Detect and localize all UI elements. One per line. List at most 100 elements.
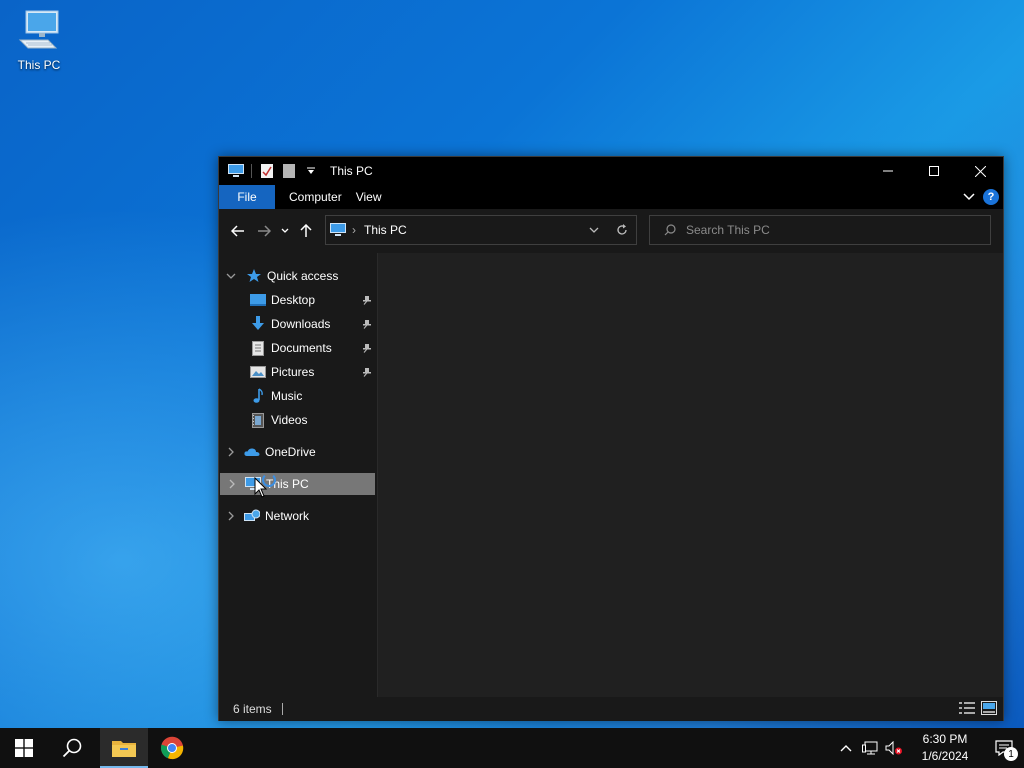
nav-onedrive[interactable]: OneDrive <box>219 441 377 463</box>
status-bar: 6 items <box>219 697 1003 721</box>
close-button[interactable] <box>957 157 1003 185</box>
chevron-down-icon <box>589 227 599 233</box>
details-view-icon <box>959 702 975 714</box>
desktop-icon-label: This PC <box>17 58 61 72</box>
nav-network[interactable]: Network <box>219 505 377 527</box>
taskbar-chrome[interactable] <box>148 728 196 768</box>
large-icons-view-button[interactable] <box>981 701 997 718</box>
item-count: 6 items <box>233 702 272 716</box>
music-folder-icon <box>249 388 267 404</box>
address-history-button[interactable] <box>580 216 608 244</box>
file-list-area[interactable] <box>378 253 1003 697</box>
maximize-icon <box>929 166 939 176</box>
recent-locations-button[interactable] <box>277 218 293 244</box>
nav-label: Desktop <box>271 293 316 307</box>
minimize-icon <box>883 170 893 172</box>
this-pc-small-icon <box>244 476 262 492</box>
nav-item-downloads[interactable]: Downloads <box>219 313 377 335</box>
help-button[interactable]: ? <box>983 189 999 205</box>
videos-folder-icon <box>249 412 267 428</box>
forward-button[interactable] <box>251 218 277 244</box>
start-button[interactable] <box>0 728 48 768</box>
nav-item-documents[interactable]: Documents <box>219 337 377 359</box>
status-separator <box>281 703 283 715</box>
navigation-pane: Quick access Desktop Downloads Documents… <box>219 253 377 697</box>
search-icon <box>664 224 676 236</box>
nav-item-videos[interactable]: Videos <box>219 409 377 431</box>
taskbar-clock[interactable]: 6:30 PM 1/6/2024 <box>910 731 980 765</box>
pictures-folder-icon <box>249 364 267 380</box>
notification-count-badge: 1 <box>1004 747 1018 761</box>
title-bar: This PC <box>219 157 1003 185</box>
details-view-button[interactable] <box>959 701 975 718</box>
customize-toolbar-icon[interactable] <box>302 163 320 179</box>
volume-muted-icon <box>885 741 902 755</box>
taskbar-file-explorer[interactable] <box>100 728 148 768</box>
pin-icon[interactable] <box>361 341 373 355</box>
expand-chevron-icon[interactable] <box>222 479 242 489</box>
action-center-button[interactable]: 1 <box>984 728 1024 768</box>
minimize-button[interactable] <box>865 157 911 185</box>
arrow-up-icon <box>300 224 312 237</box>
expand-chevron-icon[interactable] <box>221 447 241 457</box>
breadcrumb-separator-icon[interactable]: › <box>352 223 356 237</box>
toolbar-separator <box>251 164 252 178</box>
chevron-up-icon <box>840 745 852 752</box>
windows-logo-icon <box>15 739 33 757</box>
properties-icon[interactable] <box>258 163 276 179</box>
desktop-folder-icon <box>249 292 267 308</box>
refresh-button[interactable] <box>608 216 636 244</box>
nav-quick-access[interactable]: Quick access <box>219 265 377 287</box>
expand-chevron-icon[interactable] <box>221 511 241 521</box>
close-icon <box>974 165 986 177</box>
network-wired-icon <box>862 741 878 755</box>
breadcrumb-this-pc[interactable]: This PC <box>364 223 407 237</box>
address-bar[interactable]: › This PC <box>325 215 637 245</box>
nav-label: Pictures <box>271 365 315 379</box>
search-box[interactable] <box>649 215 991 245</box>
file-explorer-icon <box>112 741 136 757</box>
network-icon <box>243 508 261 524</box>
show-hidden-icons-button[interactable] <box>834 728 858 768</box>
window-title: This PC <box>330 164 373 178</box>
pin-icon[interactable] <box>361 293 373 307</box>
pin-icon[interactable] <box>361 317 373 331</box>
onedrive-cloud-icon <box>243 444 261 460</box>
nav-label: Quick access <box>267 269 339 283</box>
collapse-chevron-icon[interactable] <box>221 273 241 279</box>
this-pc-small-icon <box>227 163 245 179</box>
pin-icon[interactable] <box>361 365 373 379</box>
desktop-icon-this-pc[interactable]: This PC <box>10 8 68 76</box>
chrome-icon <box>161 736 184 760</box>
nav-label: Videos <box>271 413 308 427</box>
navigation-bar: › This PC <box>219 209 1003 253</box>
documents-folder-icon <box>249 340 267 356</box>
busy-spinner-icon <box>262 473 276 487</box>
clock-date: 1/6/2024 <box>921 749 969 763</box>
nav-label: Downloads <box>271 317 331 331</box>
back-button[interactable] <box>225 218 251 244</box>
refresh-icon <box>617 224 627 235</box>
chevron-down-icon <box>281 228 289 233</box>
nav-label: OneDrive <box>265 445 316 459</box>
tab-computer[interactable]: Computer <box>275 185 356 209</box>
tab-file[interactable]: File <box>219 185 275 209</box>
volume-button[interactable] <box>882 728 906 768</box>
maximize-button[interactable] <box>911 157 957 185</box>
nav-item-music[interactable]: Music <box>219 385 377 407</box>
clock-time: 6:30 PM <box>922 732 968 746</box>
tab-view[interactable]: View <box>356 185 396 209</box>
nav-item-desktop[interactable]: Desktop <box>219 289 377 311</box>
taskbar-search-button[interactable] <box>48 728 96 768</box>
arrow-left-icon <box>231 225 244 237</box>
search-input[interactable] <box>686 223 966 237</box>
nav-this-pc[interactable]: This PC <box>220 473 375 495</box>
up-button[interactable] <box>293 218 319 244</box>
nav-item-pictures[interactable]: Pictures <box>219 361 377 383</box>
new-folder-icon[interactable] <box>280 163 298 179</box>
expand-ribbon-button[interactable] <box>963 190 975 204</box>
network-status-button[interactable] <box>858 728 882 768</box>
this-pc-small-icon <box>330 223 346 237</box>
ribbon-tabs: File Computer View ? <box>219 185 1003 209</box>
taskbar: 6:30 PM 1/6/2024 1 <box>0 728 1024 768</box>
